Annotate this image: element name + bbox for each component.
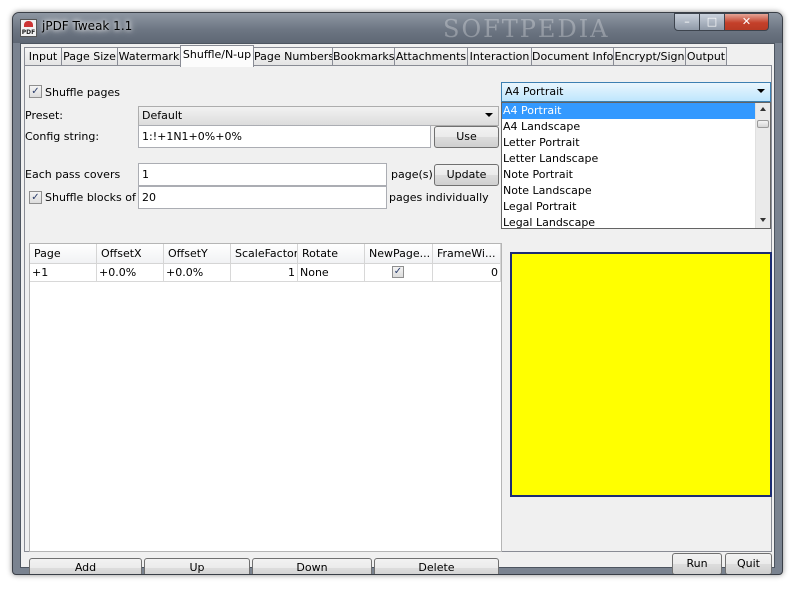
shuffle-pages-label: Shuffle pages: [45, 86, 121, 99]
cell-newpage[interactable]: ✓: [365, 264, 433, 282]
config-string-label: Config string:: [25, 130, 100, 143]
column-header-offsety[interactable]: OffsetY: [164, 244, 231, 264]
cell-rotate[interactable]: None: [298, 264, 365, 282]
each-pass-input[interactable]: 1: [138, 163, 387, 186]
pages-individually-label: pages individually: [389, 191, 489, 204]
dropdown-option-note-portrait[interactable]: Note Portrait: [502, 167, 755, 183]
pages-unit-label: page(s): [391, 168, 433, 181]
chevron-down-icon: [485, 113, 493, 117]
close-icon: ✕: [741, 15, 752, 28]
page-format-dropdown-list[interactable]: A4 Portrait A4 Landscape Letter Portrait…: [501, 102, 771, 229]
shuffle-rules-table[interactable]: Page OffsetX OffsetY ScaleFactor Rotate …: [29, 243, 502, 552]
column-header-newpage[interactable]: NewPage...: [365, 244, 433, 264]
tab-page-numbers[interactable]: Page Numbers: [253, 47, 334, 66]
quit-button[interactable]: Quit: [725, 553, 772, 574]
tab-encrypt-sign[interactable]: Encrypt/Sign: [613, 47, 686, 66]
use-button[interactable]: Use: [434, 126, 499, 148]
scroll-thumb[interactable]: [757, 120, 769, 128]
page-format-value: A4 Portrait: [505, 85, 564, 98]
tab-output[interactable]: Output: [685, 47, 727, 66]
tab-bookmarks[interactable]: Bookmarks: [332, 47, 395, 66]
dropdown-option-note-landscape[interactable]: Note Landscape: [502, 183, 755, 199]
newpage-checkbox[interactable]: ✓: [392, 266, 404, 278]
cell-page[interactable]: +1: [30, 264, 97, 282]
minimize-button[interactable]: –: [674, 13, 700, 31]
config-string-input[interactable]: 1:!+1N1+0%+0%: [138, 125, 431, 148]
window-title: jPDF Tweak 1.1: [42, 19, 133, 33]
cell-offsety[interactable]: +0.0%: [164, 264, 231, 282]
column-header-rotate[interactable]: Rotate: [298, 244, 365, 264]
run-button[interactable]: Run: [672, 553, 722, 574]
shuffle-blocks-checkbox[interactable]: ✓: [29, 191, 42, 204]
page-format-select[interactable]: A4 Portrait: [501, 82, 771, 102]
dropdown-option-a4-landscape[interactable]: A4 Landscape: [502, 119, 755, 135]
shuffle-blocks-input[interactable]: 20: [138, 186, 387, 209]
maximize-icon: □: [706, 15, 718, 28]
page-preview: [510, 252, 772, 497]
shuffle-blocks-label: Shuffle blocks of: [45, 191, 136, 204]
application-window: PDF jPDF Tweak 1.1 SOFTPEDIA – □ ✕ Input…: [12, 12, 783, 575]
tab-page-size[interactable]: Page Size: [61, 47, 118, 66]
checkmark-icon: ✓: [31, 192, 40, 203]
maximize-button[interactable]: □: [699, 13, 725, 31]
checkmark-icon: ✓: [393, 266, 403, 277]
preset-label: Preset:: [25, 109, 64, 122]
tab-input[interactable]: Input: [24, 47, 62, 66]
preset-select[interactable]: Default: [138, 106, 499, 126]
up-button[interactable]: Up: [144, 558, 250, 574]
dropdown-option-legal-landscape[interactable]: Legal Landscape: [502, 215, 755, 231]
update-button[interactable]: Update: [434, 164, 499, 186]
tab-document-info[interactable]: Document Info: [531, 47, 614, 66]
dropdown-option-letter-portrait[interactable]: Letter Portrait: [502, 135, 755, 151]
watermark-text: SOFTPEDIA: [443, 15, 610, 43]
minimize-icon: –: [684, 15, 690, 28]
dropdown-option-legal-portrait[interactable]: Legal Portrait: [502, 199, 755, 215]
cell-framewidth[interactable]: 0: [433, 264, 501, 282]
tab-watermark[interactable]: Watermark: [117, 47, 181, 66]
column-header-scalefactor[interactable]: ScaleFactor: [231, 244, 298, 264]
dropdown-option-a4-portrait[interactable]: A4 Portrait: [502, 103, 755, 119]
checkmark-icon: ✓: [31, 86, 40, 97]
tab-attachments[interactable]: Attachments: [394, 47, 468, 66]
delete-button[interactable]: Delete: [374, 558, 499, 574]
dropdown-option-letter-landscape[interactable]: Letter Landscape: [502, 151, 755, 167]
client-area: Input Page Size Watermark Shuffle/N-up P…: [20, 43, 775, 574]
each-pass-label: Each pass covers: [25, 168, 121, 181]
column-header-page[interactable]: Page: [30, 244, 97, 264]
preset-value: Default: [142, 109, 183, 122]
shuffle-pages-checkbox[interactable]: ✓: [29, 85, 42, 98]
chevron-down-icon: [757, 89, 765, 93]
column-header-offsetx[interactable]: OffsetX: [97, 244, 164, 264]
column-header-framewidth[interactable]: FrameWi...: [433, 244, 501, 264]
app-icon: PDF: [20, 19, 37, 37]
scroll-down-icon[interactable]: [760, 218, 766, 222]
scroll-up-icon[interactable]: [760, 107, 766, 111]
dropdown-scrollbar[interactable]: [755, 103, 770, 228]
cell-scalefactor[interactable]: 1: [231, 264, 298, 282]
close-button[interactable]: ✕: [724, 13, 769, 31]
add-button[interactable]: Add: [29, 558, 142, 574]
tab-shuffle-nup[interactable]: Shuffle/N-up: [180, 45, 254, 67]
title-bar[interactable]: PDF jPDF Tweak 1.1 SOFTPEDIA – □ ✕: [13, 13, 782, 43]
down-button[interactable]: Down: [252, 558, 372, 574]
cell-offsetx[interactable]: +0.0%: [97, 264, 164, 282]
tab-interaction[interactable]: Interaction: [467, 47, 532, 66]
